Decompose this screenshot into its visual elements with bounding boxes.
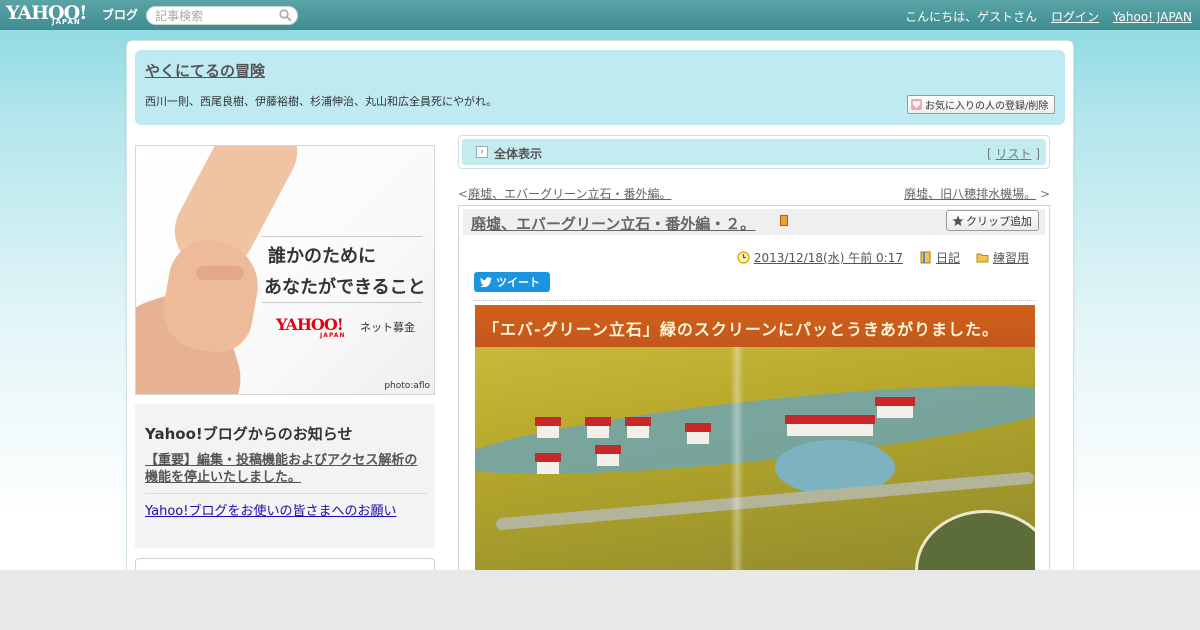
yahoo-japan-link[interactable]: Yahoo! JAPAN <box>1113 10 1192 24</box>
prev-article-link[interactable]: 廃墟、エバーグリーン立石・番外編。 <box>468 187 671 201</box>
next-mark: > <box>1039 187 1050 201</box>
photo-roof <box>625 417 651 426</box>
article-folder-group: 練習用 <box>976 249 1029 266</box>
clock-icon <box>737 251 750 264</box>
photo-house <box>537 426 559 438</box>
article-date-group: 2013/12/18(水) 午前 0:17 <box>737 249 903 266</box>
blog-description: 西川一則、西尾良樹、伊藤裕樹、杉浦伸治、丸山和広全員死にやがれ。 <box>145 95 498 108</box>
photo-roof <box>875 397 915 406</box>
blog-title[interactable]: やくにてるの冒険 <box>145 60 265 81</box>
photo-house <box>627 426 649 438</box>
photo-caption: 「エバ-グリーン立石」緑のスクリーンにパッとうきあがりました。 <box>483 320 1000 339</box>
clip-add-button[interactable]: クリップ追加 <box>946 210 1039 231</box>
ad-headline-1: 誰かのために <box>268 246 376 267</box>
login-link[interactable]: ログイン <box>1051 10 1099 24</box>
article-title[interactable]: 廃墟、エバーグリーン立石・番外編・２。 <box>471 213 755 234</box>
favorite-register-button[interactable]: お気に入りの人の登録/削除 <box>907 95 1055 114</box>
notice-link-important[interactable]: 【重要】編集・投稿機能およびアクセス解析の機能を停止いたしました。 <box>145 452 427 486</box>
star-icon <box>952 215 964 226</box>
photo-roof <box>785 415 875 424</box>
list-link[interactable]: リスト <box>995 147 1031 161</box>
logo-japan: JAPAN <box>52 18 81 26</box>
ad-photo-credit: photo:aflo <box>384 381 430 391</box>
next-article: 廃墟、旧八穂排水機場。 > <box>904 185 1050 202</box>
top-bar: YAHOO! JAPAN ブログ こんにちは、ゲストさん ログイン Yahoo!… <box>0 0 1200 30</box>
photo-roof <box>535 417 561 426</box>
article-category-link[interactable]: 日記 <box>936 249 960 266</box>
ad-brand-service: ネット募金 <box>360 321 415 334</box>
all-view-bar-inner: › 全体表示 [ リスト ] <box>462 139 1046 165</box>
article-date-link[interactable]: 2013/12/18(水) 午前 0:17 <box>754 249 903 266</box>
photo-house <box>597 454 619 466</box>
photo-roof <box>595 445 621 454</box>
favorite-register-label: お気に入りの人の登録/削除 <box>925 101 1049 112</box>
top-links: こんにちは、ゲストさん ログイン Yahoo! JAPAN <box>895 8 1192 25</box>
photo-house <box>687 432 709 444</box>
ad-divider-top <box>262 236 422 237</box>
blog-header: やくにてるの冒険 西川一則、西尾良樹、伊藤裕樹、杉浦伸治、丸山和広全員死にやがれ… <box>135 50 1065 125</box>
photo-house <box>537 462 559 474</box>
chevron-right-icon: › <box>476 146 488 158</box>
photo-roof <box>585 417 611 426</box>
photo-banner: 「エバ-グリーン立石」緑のスクリーンにパッとうきあがりました。 <box>475 305 1035 347</box>
search-input[interactable] <box>146 6 298 25</box>
photo-house <box>787 424 873 436</box>
notice-divider <box>145 493 427 494</box>
heart-icon <box>911 99 922 110</box>
prev-mark: < <box>458 187 469 201</box>
memo-icon <box>780 215 788 226</box>
notice-heading: Yahoo!ブログからのお知らせ <box>145 425 353 443</box>
ad-divider-mid <box>262 302 422 303</box>
folder-icon <box>976 253 989 263</box>
article-divider <box>474 300 1036 301</box>
tweet-label: ツイート <box>496 276 540 289</box>
tweet-button[interactable]: ツイート <box>474 272 550 292</box>
article-header: 廃墟、エバーグリーン立石・番外編・２。 クリップ追加 <box>463 209 1045 235</box>
diary-book-icon <box>920 251 931 264</box>
ad-banner[interactable]: 誰かのために あなたができること YAHOO! JAPAN ネット募金 phot… <box>135 145 435 395</box>
footer-band <box>0 570 1200 630</box>
notice-link-request[interactable]: Yahoo!ブログをお使いの皆さまへのお願い <box>145 500 396 519</box>
ad-headline-2: あなたができること <box>264 277 426 298</box>
clip-add-label: クリップ追加 <box>966 214 1032 228</box>
list-bracket-open: [ <box>986 147 992 161</box>
logo-blog: ブログ <box>102 8 139 22</box>
article-photo[interactable]: 「エバ-グリーン立石」緑のスクリーンにパッとうきあがりました。 <box>475 305 1035 570</box>
greeting-text: こんにちは、ゲストさん <box>905 10 1038 24</box>
all-view-bar: › 全体表示 [ リスト ] <box>458 135 1050 169</box>
next-article-link[interactable]: 廃墟、旧八穂排水機場。 <box>904 187 1036 201</box>
article-meta: 2013/12/18(水) 午前 0:17 日記 練習用 <box>721 249 1029 266</box>
photo-roof <box>535 453 561 462</box>
list-view-toggle: [ リスト ] <box>987 145 1040 162</box>
photo-house <box>587 426 609 438</box>
ad-fingers <box>196 266 244 280</box>
photo-roof <box>685 423 711 432</box>
notice-box: Yahoo!ブログからのお知らせ 【重要】編集・投稿機能およびアクセス解析の機能… <box>135 404 435 548</box>
twitter-bird-icon <box>480 277 492 287</box>
list-bracket-close: ] <box>1035 147 1040 161</box>
prev-article: <廃墟、エバーグリーン立石・番外編。 <box>458 185 671 202</box>
all-view-label: 全体表示 <box>494 147 543 161</box>
yahoo-blog-logo[interactable]: YAHOO! JAPAN ブログ <box>6 2 140 28</box>
ad-brand-sub: JAPAN <box>320 332 346 339</box>
article-folder-link[interactable]: 練習用 <box>993 249 1029 266</box>
search-icon[interactable] <box>279 9 292 22</box>
photo-house <box>877 406 913 418</box>
article-category-group: 日記 <box>919 249 960 266</box>
